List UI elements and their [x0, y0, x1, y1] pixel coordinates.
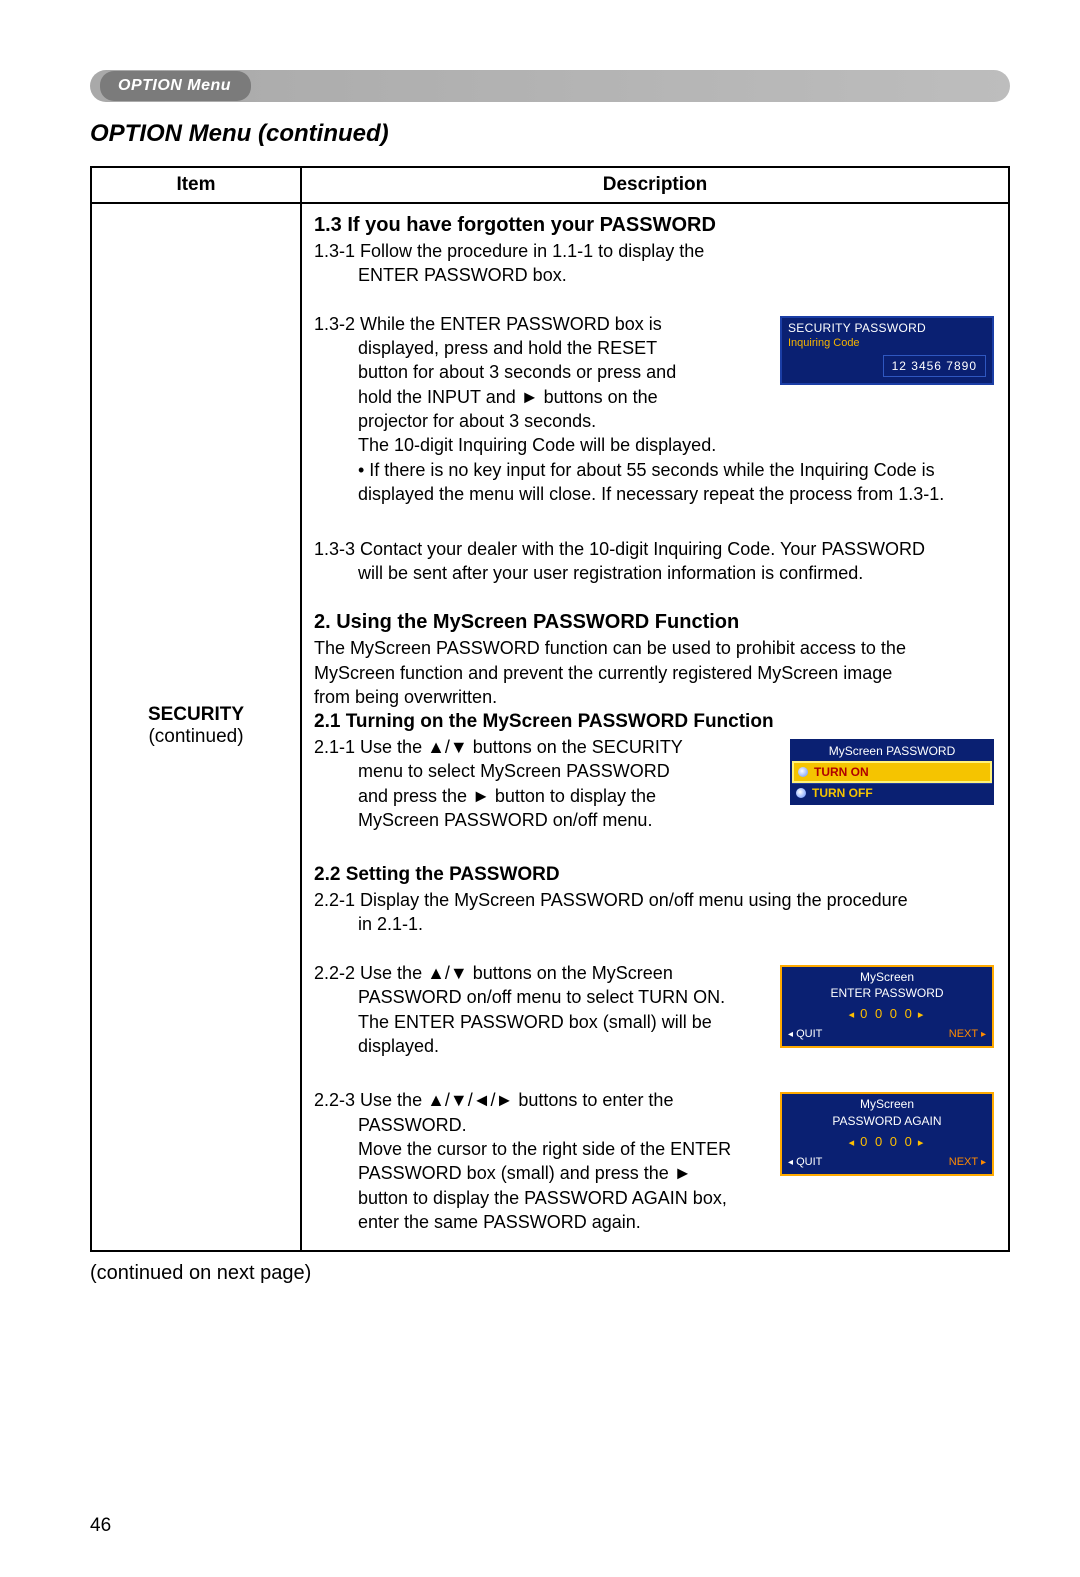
pw1-next[interactable]: NEXT ▸: [949, 1027, 986, 1042]
inq-code: 12 3456 7890: [883, 355, 986, 377]
pw2-title1: MyScreen: [782, 1094, 992, 1112]
header-tab: OPTION Menu: [100, 71, 251, 101]
section-title: OPTION Menu (continued): [90, 120, 1010, 148]
myscreen-onoff-menu: MyScreen PASSWORD TURN ON TURN OFF: [790, 739, 994, 805]
heading-2-2: 2.2 Setting the PASSWORD: [314, 862, 996, 888]
page-number: 46: [90, 1515, 1010, 1537]
item-sub: (continued): [104, 726, 288, 748]
option-table: Item Description SECURITY (continued) 1.…: [90, 166, 1010, 1252]
inq-title: SECURITY PASSWORD: [782, 318, 992, 336]
item-cell: SECURITY (continued): [91, 203, 301, 1251]
msmenu-title: MyScreen PASSWORD: [792, 741, 992, 761]
col-description: Description: [301, 167, 1009, 203]
pw2-next[interactable]: NEXT ▸: [949, 1155, 986, 1170]
description-cell: 1.3 If you have forgotten your PASSWORD …: [301, 203, 1009, 1251]
msmenu-turn-off[interactable]: TURN OFF: [792, 783, 992, 802]
header-bar: OPTION Menu: [90, 70, 1010, 102]
radio-off-icon: [796, 788, 806, 798]
radio-on-icon: [798, 767, 808, 777]
heading-2: 2. Using the MyScreen PASSWORD Function: [314, 609, 996, 636]
enter-password-box: MyScreen ENTER PASSWORD ◂0 0 0 0▸ ◂ QUIT…: [780, 965, 994, 1048]
pw1-quit[interactable]: ◂ QUIT: [788, 1027, 822, 1042]
inq-sub: Inquiring Code: [782, 336, 992, 353]
para-1-3-3: 1.3-3 Contact your dealer with the 10-di…: [314, 537, 996, 586]
heading-1-3: 1.3 If you have forgotten your PASSWORD: [314, 212, 996, 239]
password-again-box: MyScreen PASSWORD AGAIN ◂0 0 0 0▸ ◂ QUIT…: [780, 1092, 994, 1175]
msmenu-turn-on[interactable]: TURN ON: [792, 761, 992, 783]
para-1-3-1: 1.3-1 Follow the procedure in 1.1-1 to d…: [314, 239, 996, 288]
pw2-quit[interactable]: ◂ QUIT: [788, 1155, 822, 1170]
pw2-digits[interactable]: ◂0 0 0 0▸: [782, 1131, 992, 1153]
pw2-title2: PASSWORD AGAIN: [782, 1113, 992, 1131]
heading-2-1: 2.1 Turning on the MyScreen PASSWORD Fun…: [314, 709, 996, 735]
para-2-2-1: 2.2-1 Display the MyScreen PASSWORD on/o…: [314, 888, 996, 937]
col-item: Item: [91, 167, 301, 203]
inquiring-code-box: SECURITY PASSWORD Inquiring Code 12 3456…: [780, 316, 994, 385]
para-2-intro: The MyScreen PASSWORD function can be us…: [314, 636, 996, 709]
item-label: SECURITY: [104, 704, 288, 726]
continued-next: (continued on next page): [90, 1262, 1010, 1285]
pw1-title1: MyScreen: [782, 967, 992, 985]
pw1-digits[interactable]: ◂0 0 0 0▸: [782, 1003, 992, 1025]
pw1-title2: ENTER PASSWORD: [782, 985, 992, 1003]
